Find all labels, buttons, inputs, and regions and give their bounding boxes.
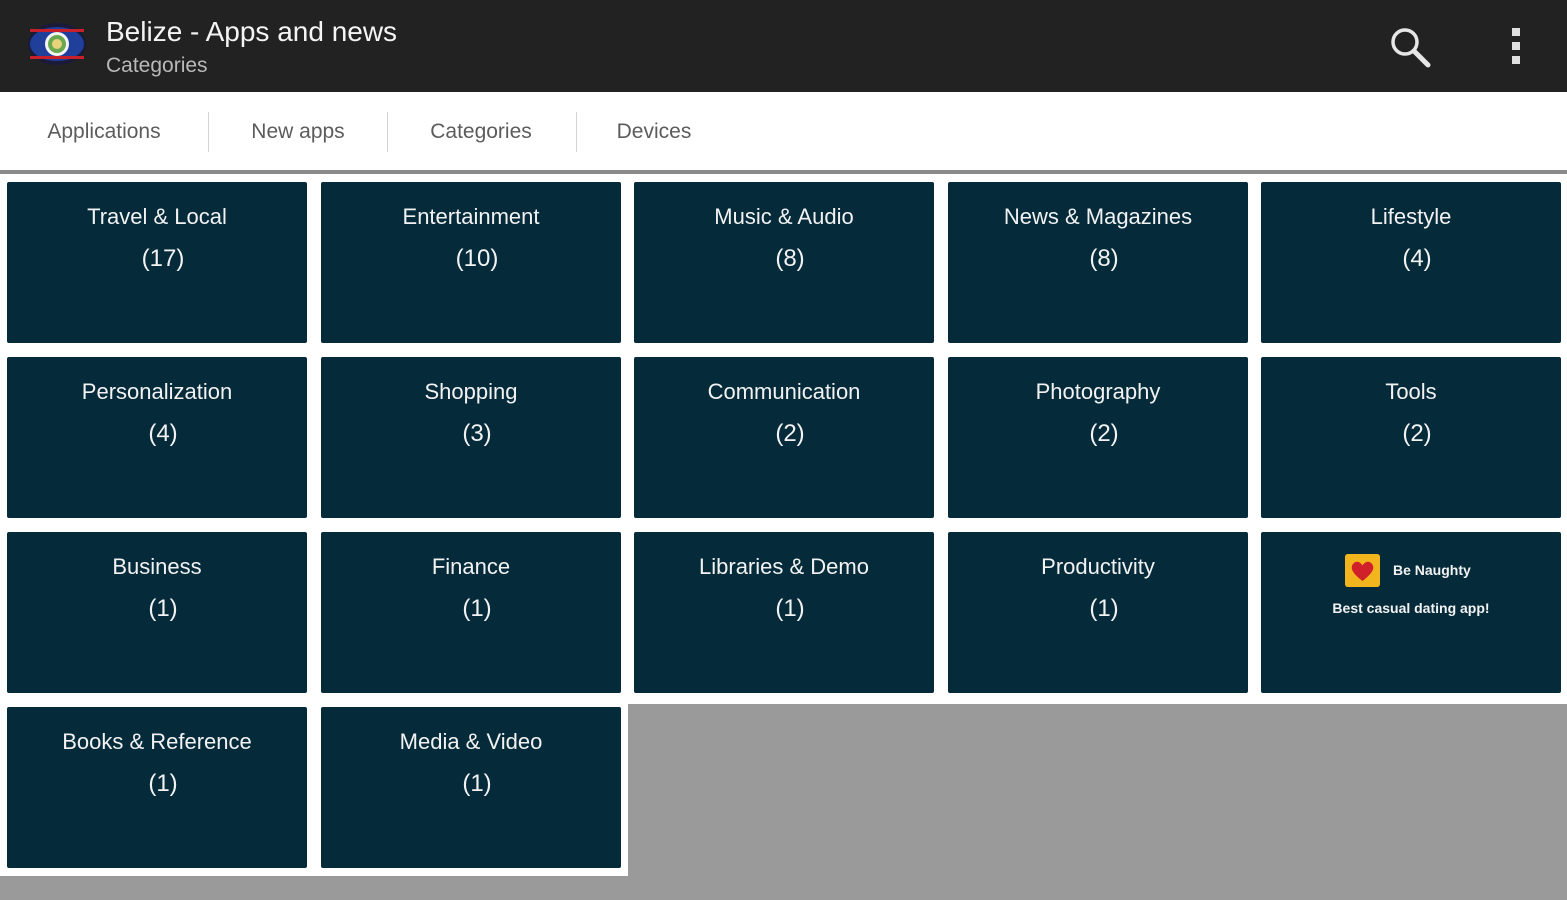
category-count: (2): [1089, 420, 1119, 447]
category-name: Entertainment: [402, 204, 540, 229]
category-name: News & Magazines: [1003, 204, 1193, 229]
category-tile-personalization[interactable]: Personalization (4): [7, 357, 307, 518]
category-count: (1): [148, 770, 178, 797]
category-name: Media & Video: [399, 729, 543, 754]
category-name: Libraries & Demo: [699, 554, 869, 579]
category-count: (4): [1402, 245, 1432, 272]
category-count: (10): [455, 245, 499, 272]
category-count: (8): [775, 245, 805, 272]
ad-description: Best casual dating app!: [1332, 600, 1490, 616]
app-subtitle: Categories: [106, 54, 208, 77]
category-count: (8): [1089, 245, 1119, 272]
category-name: Productivity: [1041, 554, 1155, 579]
category-name: Personalization: [81, 379, 233, 404]
category-name: Photography: [1035, 379, 1161, 404]
app-title: Belize - Apps and news: [106, 16, 398, 47]
category-tile-photography[interactable]: Photography (2): [948, 357, 1248, 518]
category-tile-music-audio[interactable]: Music & Audio (8): [634, 182, 934, 343]
action-bar: Belize - Apps and news Categories: [0, 0, 1567, 92]
ad-tile[interactable]: Be Naughty Best casual dating app!: [1261, 532, 1561, 693]
category-name: Books & Reference: [62, 729, 252, 754]
tab-bar: Applications New apps Categories Devices: [0, 92, 1567, 174]
tab-applications[interactable]: Applications: [10, 92, 198, 170]
category-tile-lifestyle[interactable]: Lifestyle (4): [1261, 182, 1561, 343]
category-tile-media-video[interactable]: Media & Video (1): [321, 707, 621, 868]
belize-flag-icon[interactable]: [26, 20, 88, 68]
overflow-menu-icon[interactable]: [1500, 22, 1532, 70]
tab-categories[interactable]: Categories: [387, 92, 575, 170]
category-count: (1): [462, 595, 492, 622]
category-count: (17): [141, 245, 185, 272]
category-tile-communication[interactable]: Communication (2): [634, 357, 934, 518]
category-name: Business: [112, 554, 202, 579]
category-count: (1): [148, 595, 178, 622]
category-tile-entertainment[interactable]: Entertainment (10): [321, 182, 621, 343]
category-tile-libraries-demo[interactable]: Libraries & Demo (1): [634, 532, 934, 693]
category-tile-business[interactable]: Business (1): [7, 532, 307, 693]
search-icon[interactable]: [1386, 24, 1434, 70]
category-count: (3): [462, 420, 492, 447]
category-count: (1): [775, 595, 805, 622]
category-count: (1): [1089, 595, 1119, 622]
category-name: Tools: [1385, 379, 1437, 404]
category-name: Shopping: [424, 379, 518, 404]
category-tile-productivity[interactable]: Productivity (1): [948, 532, 1248, 693]
category-count: (2): [1402, 420, 1432, 447]
category-tile-shopping[interactable]: Shopping (3): [321, 357, 621, 518]
category-tile-finance[interactable]: Finance (1): [321, 532, 621, 693]
category-tile-news-magazines[interactable]: News & Magazines (8): [948, 182, 1248, 343]
heart-icon: [1345, 554, 1380, 587]
category-name: Communication: [707, 379, 861, 404]
category-count: (4): [148, 420, 178, 447]
category-count: (2): [775, 420, 805, 447]
category-count: (1): [462, 770, 492, 797]
category-tile-travel-local[interactable]: Travel & Local (17): [7, 182, 307, 343]
category-name: Lifestyle: [1370, 204, 1452, 229]
category-name: Finance: [431, 554, 511, 579]
category-tile-tools[interactable]: Tools (2): [1261, 357, 1561, 518]
ad-title: Be Naughty: [1393, 562, 1471, 578]
category-name: Music & Audio: [714, 204, 854, 229]
tab-new-apps[interactable]: New apps: [208, 92, 388, 170]
tab-devices[interactable]: Devices: [576, 92, 732, 170]
category-tile-books-reference[interactable]: Books & Reference (1): [7, 707, 307, 868]
category-name: Travel & Local: [87, 204, 227, 229]
